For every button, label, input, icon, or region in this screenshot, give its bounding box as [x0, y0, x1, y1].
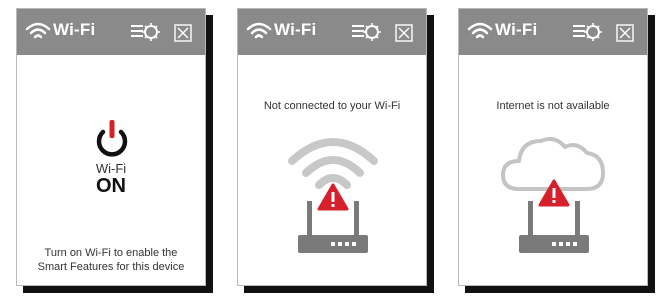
panel-message: Turn on Wi-Fi to enable the Smart Featur…: [37, 247, 185, 273]
panel-body: Wi-Fi Internet is not available: [458, 8, 648, 286]
wifi-icon: [25, 22, 51, 39]
wifi-icon: [467, 22, 493, 39]
settings-menu-icon[interactable]: [131, 22, 161, 42]
close-icon[interactable]: [174, 24, 192, 42]
router-icon: [288, 138, 378, 253]
title-bar: Wi-Fi: [459, 9, 647, 55]
title-bar: Wi-Fi: [238, 9, 426, 55]
wifi-panel-not-connected: Wi-Fi Not connected to your Wi-Fi: [237, 8, 435, 294]
panel-title: Wi-Fi: [495, 20, 538, 39]
panel-body: Wi-Fi Wi-Fi ON Turn on Wi-Fi to enable t…: [16, 8, 206, 286]
close-icon[interactable]: [616, 24, 634, 42]
panel-message: Internet is not available: [496, 100, 610, 112]
settings-menu-icon[interactable]: [573, 22, 603, 42]
panel-body: Wi-Fi Not connected to your Wi-Fi: [237, 8, 427, 286]
warning-icon: [317, 183, 349, 211]
wifi-panel-no-internet: Wi-Fi Internet is not available: [458, 8, 656, 294]
wifi-icon: [246, 22, 272, 39]
power-icon[interactable]: [94, 119, 130, 159]
title-bar: Wi-Fi: [17, 9, 205, 55]
panel-title: Wi-Fi: [274, 20, 317, 39]
settings-menu-icon[interactable]: [352, 22, 382, 42]
wifi-status: ON: [96, 175, 126, 197]
wifi-label: Wi-Fi: [95, 161, 127, 176]
panel-title: Wi-Fi: [53, 20, 96, 39]
close-icon[interactable]: [395, 24, 413, 42]
panel-message: Not connected to your Wi-Fi: [263, 100, 401, 112]
wifi-panel-off: Wi-Fi Wi-Fi ON Turn on Wi-Fi to enable t…: [16, 8, 214, 294]
cloud-router-icon: [501, 137, 605, 253]
